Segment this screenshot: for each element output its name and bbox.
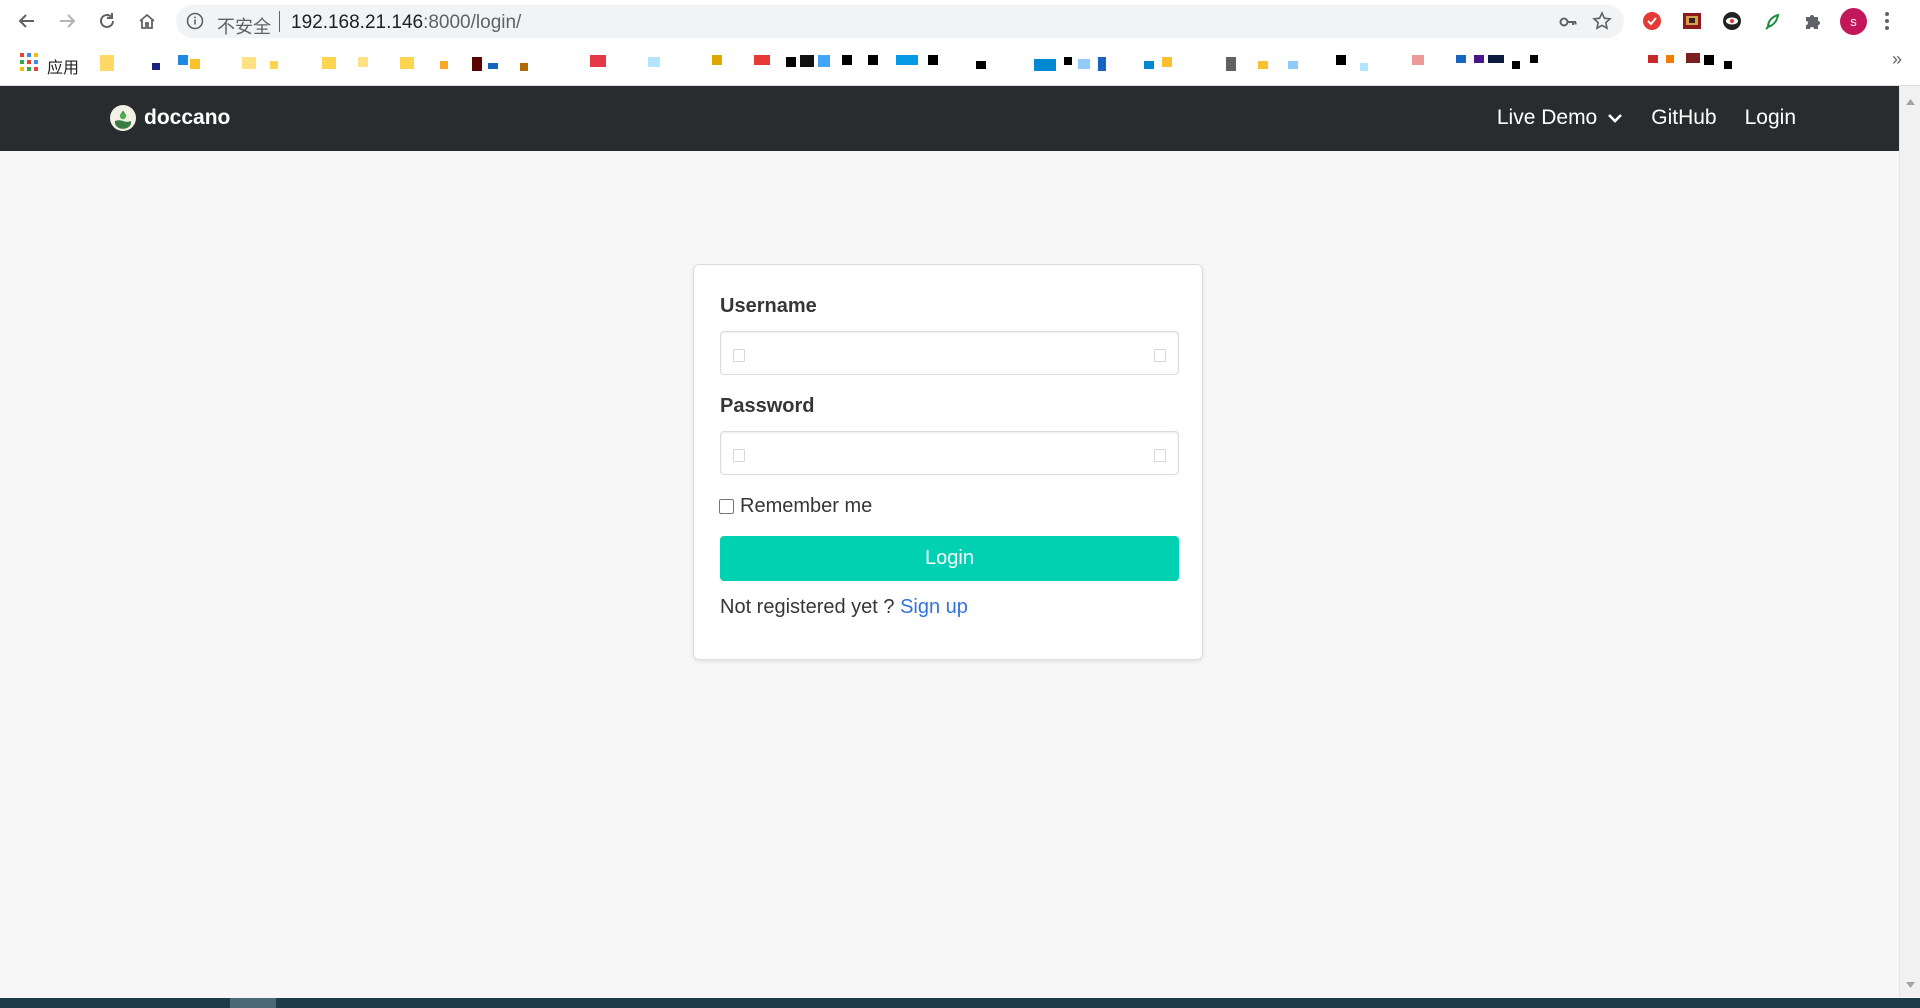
login-card: Username Password Remember me Login Not … (693, 264, 1203, 660)
remember-me-checkbox[interactable] (719, 499, 734, 514)
address-bar[interactable]: 不安全 192.168.21.146:8000/login/ (176, 5, 1624, 38)
eye-extension-icon[interactable] (1720, 9, 1744, 33)
apps-grid-icon[interactable] (19, 52, 39, 77)
login-button[interactable]: Login (720, 536, 1179, 581)
scroll-down-arrow-icon[interactable] (1906, 975, 1915, 993)
remember-me-option[interactable]: Remember me (719, 495, 872, 518)
vertical-scrollbar[interactable] (1899, 86, 1920, 997)
browser-toolbar: 不安全 192.168.21.146:8000/login/ s (0, 0, 1920, 43)
signup-prompt: Not registered yet ? Sign up (720, 596, 968, 619)
puzzle-icon[interactable] (1800, 9, 1824, 33)
profile-avatar[interactable]: s (1840, 8, 1867, 35)
brand-link[interactable]: doccano (110, 105, 230, 131)
sign-up-link[interactable]: Sign up (900, 596, 968, 618)
remember-me-label: Remember me (740, 495, 873, 517)
security-label: 不安全 (217, 17, 271, 37)
live-demo-label: Live Demo (1496, 106, 1598, 129)
more-vertical-icon[interactable] (1883, 10, 1891, 37)
username-input[interactable] (751, 332, 1145, 376)
username-field[interactable] (720, 331, 1179, 376)
back-arrow-icon[interactable] (12, 6, 42, 36)
taskbar-active-item[interactable] (230, 998, 276, 1008)
field-password-manager-icon (1154, 349, 1166, 362)
image-extension-icon[interactable] (1680, 9, 1704, 33)
url-text: 192.168.21.146:8000/login/ (291, 12, 522, 33)
password-label: Password (720, 395, 815, 417)
apps-label[interactable]: 应用 (47, 54, 79, 78)
password-input[interactable] (751, 432, 1145, 476)
brand-name: doccano (144, 106, 231, 129)
password-field[interactable] (720, 431, 1179, 476)
username-label: Username (720, 295, 817, 317)
star-icon[interactable] (1592, 11, 1612, 36)
key-icon[interactable] (1558, 12, 1578, 37)
doccano-logo-icon (110, 105, 136, 131)
bookmark-items-blurred[interactable] (100, 47, 1760, 83)
top-navbar: doccano Live Demo GitHub Login (0, 86, 1899, 151)
bookmarks-overflow-button[interactable]: » (1892, 49, 1902, 70)
chevron-down-icon (1607, 106, 1623, 130)
green-extension-icon[interactable] (1760, 9, 1784, 33)
bookmarks-bar: 应用 » (0, 43, 1920, 86)
field-password-manager-icon (1154, 449, 1166, 462)
reload-icon[interactable] (92, 6, 122, 36)
os-taskbar-edge (0, 998, 1920, 1008)
home-icon[interactable] (132, 6, 162, 36)
navbar-links: Live Demo GitHub Login (1469, 106, 1796, 130)
info-icon[interactable] (186, 12, 204, 35)
login-nav-link[interactable]: Login (1745, 106, 1796, 130)
scroll-up-arrow-icon[interactable] (1906, 92, 1915, 110)
address-divider (279, 11, 280, 32)
field-autofill-icon (733, 449, 745, 462)
not-registered-text: Not registered yet ? (720, 596, 901, 618)
field-autofill-icon (733, 349, 745, 362)
red-shield-extension-icon[interactable] (1640, 9, 1664, 33)
forward-arrow-icon[interactable] (52, 6, 82, 36)
github-link[interactable]: GitHub (1651, 106, 1716, 130)
live-demo-dropdown[interactable]: Live Demo (1497, 106, 1623, 130)
